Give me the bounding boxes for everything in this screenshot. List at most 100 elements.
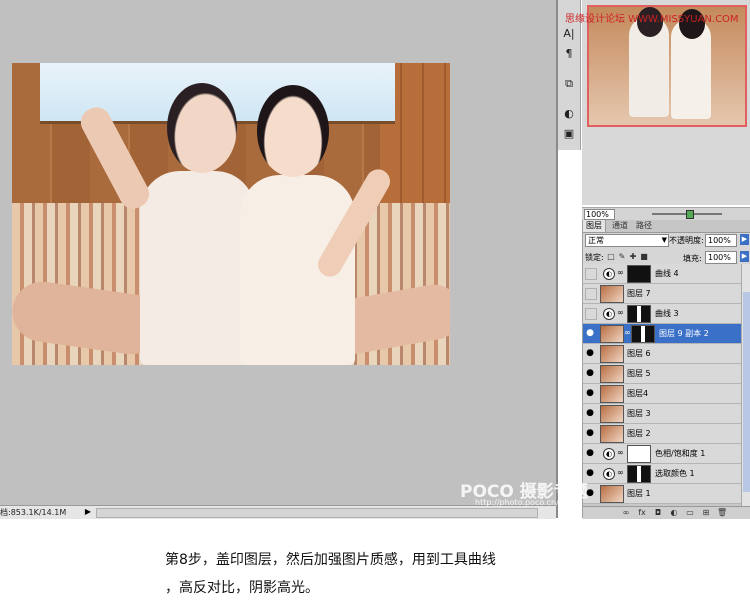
link-layers-icon[interactable]: ∞ xyxy=(621,508,631,518)
layer-thumbnail[interactable] xyxy=(600,485,624,503)
tab-paths[interactable]: 路径 xyxy=(633,220,655,232)
adjustments-icon[interactable]: ◐ xyxy=(561,106,577,122)
layer-thumbnail[interactable] xyxy=(600,425,624,443)
layer-thumbnail[interactable] xyxy=(600,285,624,303)
visibility-toggle[interactable] xyxy=(585,288,597,300)
layer-name[interactable]: 图层 7 xyxy=(627,288,651,299)
layer-name[interactable]: 图层 5 xyxy=(627,368,651,379)
layer-row[interactable]: ● ◐ ∞ 色相/饱和度 1 xyxy=(583,444,741,464)
layer-name[interactable]: 色相/饱和度 1 xyxy=(655,448,705,459)
fill-label: 填充: xyxy=(683,254,702,263)
layers-scrollbar[interactable] xyxy=(741,264,750,508)
status-bar: 档:853.1K/14.1M ▶ xyxy=(0,505,556,519)
new-group-icon[interactable]: ▭ xyxy=(685,508,695,518)
eye-icon[interactable]: ● xyxy=(584,427,596,439)
link-icon[interactable]: ∞ xyxy=(617,448,624,457)
blend-mode-select[interactable]: 正常 ▼ xyxy=(585,234,669,247)
lock-all-icon[interactable]: ■ xyxy=(640,252,648,261)
layer-thumbnail[interactable] xyxy=(600,345,624,363)
horizontal-scrollbar[interactable] xyxy=(96,508,538,518)
layer-row[interactable]: ● 图层 5 xyxy=(583,364,741,384)
chevron-down-icon: ▼ xyxy=(661,236,667,244)
adjustment-layer-icon[interactable]: ◐ xyxy=(603,268,615,280)
layers-scrollbar-thumb[interactable] xyxy=(743,292,750,492)
visibility-toggle[interactable] xyxy=(585,268,597,280)
layer-name[interactable]: 图层 3 xyxy=(627,408,651,419)
layer-mask-thumbnail[interactable] xyxy=(627,265,651,283)
layer-mask-thumbnail[interactable] xyxy=(627,305,651,323)
adjustment-layer-icon[interactable]: ◐ xyxy=(603,448,615,460)
clone-source-icon[interactable]: ⧉ xyxy=(561,76,577,92)
add-mask-icon[interactable]: ◘ xyxy=(653,508,663,518)
opacity-label: 不透明度: xyxy=(669,236,704,245)
link-icon[interactable]: ∞ xyxy=(617,308,624,317)
layer-name[interactable]: 曲线 3 xyxy=(655,308,679,319)
eye-icon[interactable]: ● xyxy=(584,327,596,339)
layer-name[interactable]: 图层 9 副本 2 xyxy=(659,328,709,339)
layer-row[interactable]: ● 图层 3 xyxy=(583,404,741,424)
fill-arrow-icon[interactable]: ▶ xyxy=(740,251,749,262)
lock-label: 锁定: xyxy=(585,253,604,262)
fx-icon[interactable]: fx xyxy=(637,508,647,518)
layer-row[interactable]: ◐ ∞ 曲线 4 xyxy=(583,264,741,284)
layer-row[interactable]: 图层 7 xyxy=(583,284,741,304)
layer-row[interactable]: ● ∞ 图层 9 副本 2 xyxy=(583,324,741,344)
document-photo[interactable] xyxy=(12,63,450,365)
lock-transparency-icon[interactable]: □ xyxy=(607,252,615,261)
layer-row[interactable]: ● 图层 1 xyxy=(583,484,741,504)
layer-row[interactable]: ● 图层 2 xyxy=(583,424,741,444)
tab-channels[interactable]: 通道 xyxy=(609,220,631,232)
adjustment-layer-icon[interactable]: ◐ xyxy=(603,308,615,320)
layer-row[interactable]: ● ◐ ∞ 选取颜色 1 xyxy=(583,464,741,484)
layer-name[interactable]: 图层 2 xyxy=(627,428,651,439)
link-icon[interactable]: ∞ xyxy=(624,328,631,337)
layer-name[interactable]: 选取颜色 1 xyxy=(655,468,695,479)
opacity-arrow-icon[interactable]: ▶ xyxy=(740,234,749,245)
eye-icon[interactable]: ● xyxy=(584,447,596,459)
layer-mask-thumbnail[interactable] xyxy=(631,325,655,343)
photo-head-right xyxy=(257,85,329,177)
masks-icon[interactable]: ▣ xyxy=(561,126,577,142)
visibility-toggle[interactable] xyxy=(585,308,597,320)
new-layer-icon[interactable]: ⊞ xyxy=(701,508,711,518)
tab-layers[interactable]: 图层 xyxy=(583,220,606,232)
blend-mode-value: 正常 xyxy=(588,236,604,245)
layer-name[interactable]: 图层 6 xyxy=(627,348,651,359)
layer-thumbnail[interactable] xyxy=(600,325,624,343)
status-menu-arrow-icon[interactable]: ▶ xyxy=(84,507,92,516)
layer-row[interactable]: ◐ ∞ 曲线 3 xyxy=(583,304,741,324)
layer-name[interactable]: 曲线 4 xyxy=(655,268,679,279)
layer-name[interactable]: 图层 1 xyxy=(627,488,651,499)
paragraph-panel-icon[interactable]: ¶ xyxy=(561,46,577,62)
layer-thumbnail[interactable] xyxy=(600,385,624,403)
eye-icon[interactable]: ● xyxy=(584,367,596,379)
navigator-zoom-bar: 100% xyxy=(582,207,750,220)
opacity-input[interactable]: 100% xyxy=(705,234,737,247)
layer-thumbnail[interactable] xyxy=(600,365,624,383)
layer-name[interactable]: 图层4 xyxy=(627,388,648,399)
lock-pixels-icon[interactable]: ✎ xyxy=(618,252,626,261)
new-adjustment-icon[interactable]: ◐ xyxy=(669,508,679,518)
eye-icon[interactable]: ● xyxy=(584,347,596,359)
link-icon[interactable]: ∞ xyxy=(617,468,624,477)
layers-panel-tabs: 图层 通道 路径 xyxy=(583,220,750,233)
lock-position-icon[interactable]: ✚ xyxy=(629,252,637,261)
eye-icon[interactable]: ● xyxy=(584,407,596,419)
character-panel-icon[interactable]: A| xyxy=(561,26,577,42)
zoom-slider-handle[interactable] xyxy=(686,210,694,219)
layer-row[interactable]: ● 图层4 xyxy=(583,384,741,404)
zoom-input[interactable]: 100% xyxy=(584,209,615,220)
site-watermark: 思缘设计论坛 WWW.MISSYUAN.COM xyxy=(565,14,739,25)
canvas-area[interactable] xyxy=(0,0,556,505)
eye-icon[interactable]: ● xyxy=(584,387,596,399)
layer-thumbnail[interactable] xyxy=(600,405,624,423)
caption-line-1: 第8步，盖印图层，然后加强图片质感，用到工具曲线 xyxy=(165,552,496,568)
photo-person-left xyxy=(140,171,255,365)
adjustment-layer-icon[interactable]: ◐ xyxy=(603,468,615,480)
trash-icon[interactable]: 🗑 xyxy=(717,508,727,518)
layer-mask-thumbnail[interactable] xyxy=(627,445,651,463)
fill-input[interactable]: 100% xyxy=(705,251,737,264)
layer-mask-thumbnail[interactable] xyxy=(627,465,651,483)
link-icon[interactable]: ∞ xyxy=(617,268,624,277)
layer-row[interactable]: ● 图层 6 xyxy=(583,344,741,364)
